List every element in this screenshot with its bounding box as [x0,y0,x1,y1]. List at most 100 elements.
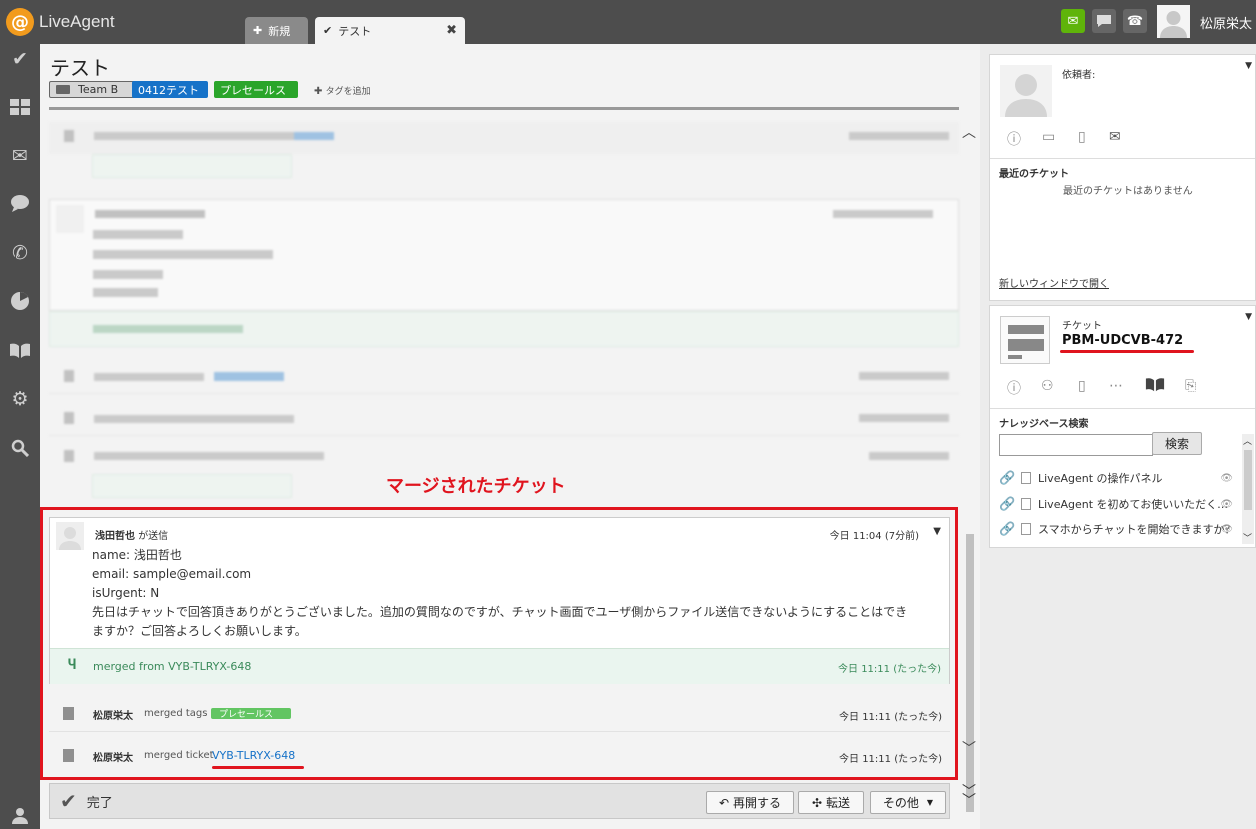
panel-menu-icon[interactable]: ▼ [1245,312,1252,322]
recent-tickets-empty: 最近のチケットはありません [1063,186,1193,197]
annotation-label: マージされたチケット [386,476,566,497]
team-tag-label: Team B [78,83,119,96]
eye-icon[interactable]: 👁 [1220,473,1233,484]
add-tag-label: タグを追加 [325,87,371,97]
network-icon[interactable]: ⋯ [1109,378,1123,394]
history-row [49,442,959,474]
merged-from-text: merged from VYB-TLRYX-648 [93,660,252,673]
event-action: merged ticket [144,750,214,761]
phone-icon[interactable]: ☎ [1123,9,1147,33]
document-icon[interactable]: ▯ [1078,129,1086,145]
requester-avatar [1000,65,1052,117]
message-body: name: 浅田哲也 email: sample@email.com isUrg… [92,546,912,641]
chevron-down-icon: ▼ [926,798,934,807]
annotation-underline [1060,350,1194,353]
merged-ticket-link[interactable]: VYB-TLRYX-648 [212,749,295,762]
message-line: 先日はチャットで回答頂きありがとうございました。追加の質問なのですが、チャット画… [92,605,908,619]
transfer-button[interactable]: ✣ 転送 [798,791,864,814]
document-icon [63,749,74,762]
info-icon[interactable]: ⓘ [1007,129,1021,149]
message-sender: 浅田哲也 が送信 [95,527,168,542]
tab-new[interactable]: ✚ 新規 [245,17,308,44]
event-author: 松原栄太 [93,711,133,722]
timeline-scrollbar[interactable]: ︿ [962,122,976,822]
done-button[interactable]: ✔ 完了 [50,784,142,818]
history-row [49,362,959,394]
kb-item[interactable]: 🔗 スマホからチャットを開始できますか？ [999,521,1236,537]
kb-item[interactable]: 🔗 LiveAgent を初めてお使いいただく… [999,496,1228,512]
mail-icon[interactable]: ✉ [1109,129,1121,145]
document-icon [1021,472,1031,484]
eye-icon[interactable]: 👁 [1220,499,1233,510]
sent-label: が送信 [138,531,169,542]
history-card [49,199,959,311]
link-icon: 🔗 [999,521,1016,537]
merged-from-bar: Ⴗ merged from VYB-TLRYX-648 今日 11:11 (たっ… [50,648,949,684]
username[interactable]: 松原栄太 [1200,13,1252,32]
reopen-button[interactable]: ↶ 再開する [706,791,794,814]
ticket-panel: チケット PBM-UDCVB-472 ▼ ⓘ ⚇ ▯ ⋯ ⎘ ナレッジベース検索… [989,305,1256,548]
check-icon[interactable]: ✔ [6,45,34,73]
tab-test[interactable]: ✔ テスト ✖ [315,17,465,44]
mail-icon[interactable]: ✉ [1061,9,1085,33]
annotation-underline [212,766,304,769]
knowledgebase-icon[interactable] [6,336,34,364]
scroll-bottom-icon[interactable]: ﹀ ﹀ [962,785,976,808]
open-new-window-link[interactable]: 新しいウィンドウで開く [999,275,1109,290]
mail-icon[interactable]: ✉ [6,142,34,170]
chat-icon[interactable] [1092,9,1116,33]
tab-new-label: 新規 [268,24,291,38]
reports-icon[interactable] [6,287,34,315]
search-icon[interactable] [6,434,34,462]
close-tab-icon[interactable]: ✖ [446,23,457,38]
history-merged [92,154,292,178]
phone-icon[interactable]: ✆ [6,239,34,267]
panel-menu-icon[interactable]: ▼ [1245,61,1252,71]
kb-item[interactable]: 🔗 LiveAgent の操作パネル [999,470,1163,486]
scroll-thumb[interactable] [966,534,974,812]
requester-label: 依頼者: [1062,70,1096,81]
profile-icon[interactable] [6,801,34,829]
users-icon[interactable]: ⚇ [1041,378,1054,394]
dashboard-icon[interactable] [6,93,34,121]
message-menu-icon[interactable]: ▼ [933,526,941,537]
scroll-thumb[interactable] [1244,450,1252,510]
screen-icon[interactable]: ▭ [1042,129,1055,145]
kb-search-button[interactable]: 検索 [1152,432,1202,455]
kb-search-title: ナレッジベース検索 [999,419,1089,430]
folder-icon [56,85,70,94]
document-icon[interactable]: ▯ [1078,378,1086,394]
merged-from-time: 今日 11:11 (たった今) [838,664,941,675]
attachment-icon[interactable]: ⎘ [1185,378,1196,394]
scroll-up-icon[interactable]: ︿ [1243,434,1252,447]
tag-presales[interactable]: プレセールス [214,81,298,98]
ticket-label: チケット [1062,321,1102,332]
settings-icon[interactable]: ⚙ [6,385,34,413]
liveagent-logo[interactable]: @ LiveAgent [6,8,115,36]
eye-icon[interactable]: 👁 [1220,524,1233,535]
kb-scrollbar[interactable]: ︿ ﹀ [1242,434,1254,544]
scroll-down-icon[interactable]: ﹀ [962,738,976,758]
sender-name: 浅田哲也 [95,531,135,542]
kb-search-input[interactable] [999,434,1153,456]
event-action: merged tags [144,708,208,719]
action-bar: ✔ 完了 ↶ 再開する ✣ 転送 その他 ▼ [49,783,950,819]
knowledgebase-icon[interactable] [1145,376,1165,396]
scroll-up-icon[interactable]: ︿ [962,122,976,142]
logo-icon: @ [6,8,34,36]
history-merged [49,311,959,347]
plus-icon: ✚ [314,86,326,97]
logo-text: LiveAgent [39,12,115,31]
event-row-merged-ticket: 松原栄太 merged ticket VYB-TLRYX-648 今日 11:1… [49,738,950,774]
add-tag-button[interactable]: ✚ タグを追加 [314,84,371,97]
message-time: 今日 11:04 (7分前) [829,531,919,542]
other-button[interactable]: その他 ▼ [870,791,946,814]
user-avatar[interactable] [1157,5,1190,38]
document-icon [63,707,74,720]
message-card: 浅田哲也 が送信 今日 11:04 (7分前) ▼ name: 浅田哲也 ema… [49,517,950,684]
info-icon[interactable]: ⓘ [1007,378,1021,398]
scroll-down-icon[interactable]: ﹀ [1243,531,1252,544]
tag-0412[interactable]: 0412テスト [132,81,208,98]
event-tag: プレセールス [211,708,291,720]
chat-icon[interactable] [6,189,34,217]
